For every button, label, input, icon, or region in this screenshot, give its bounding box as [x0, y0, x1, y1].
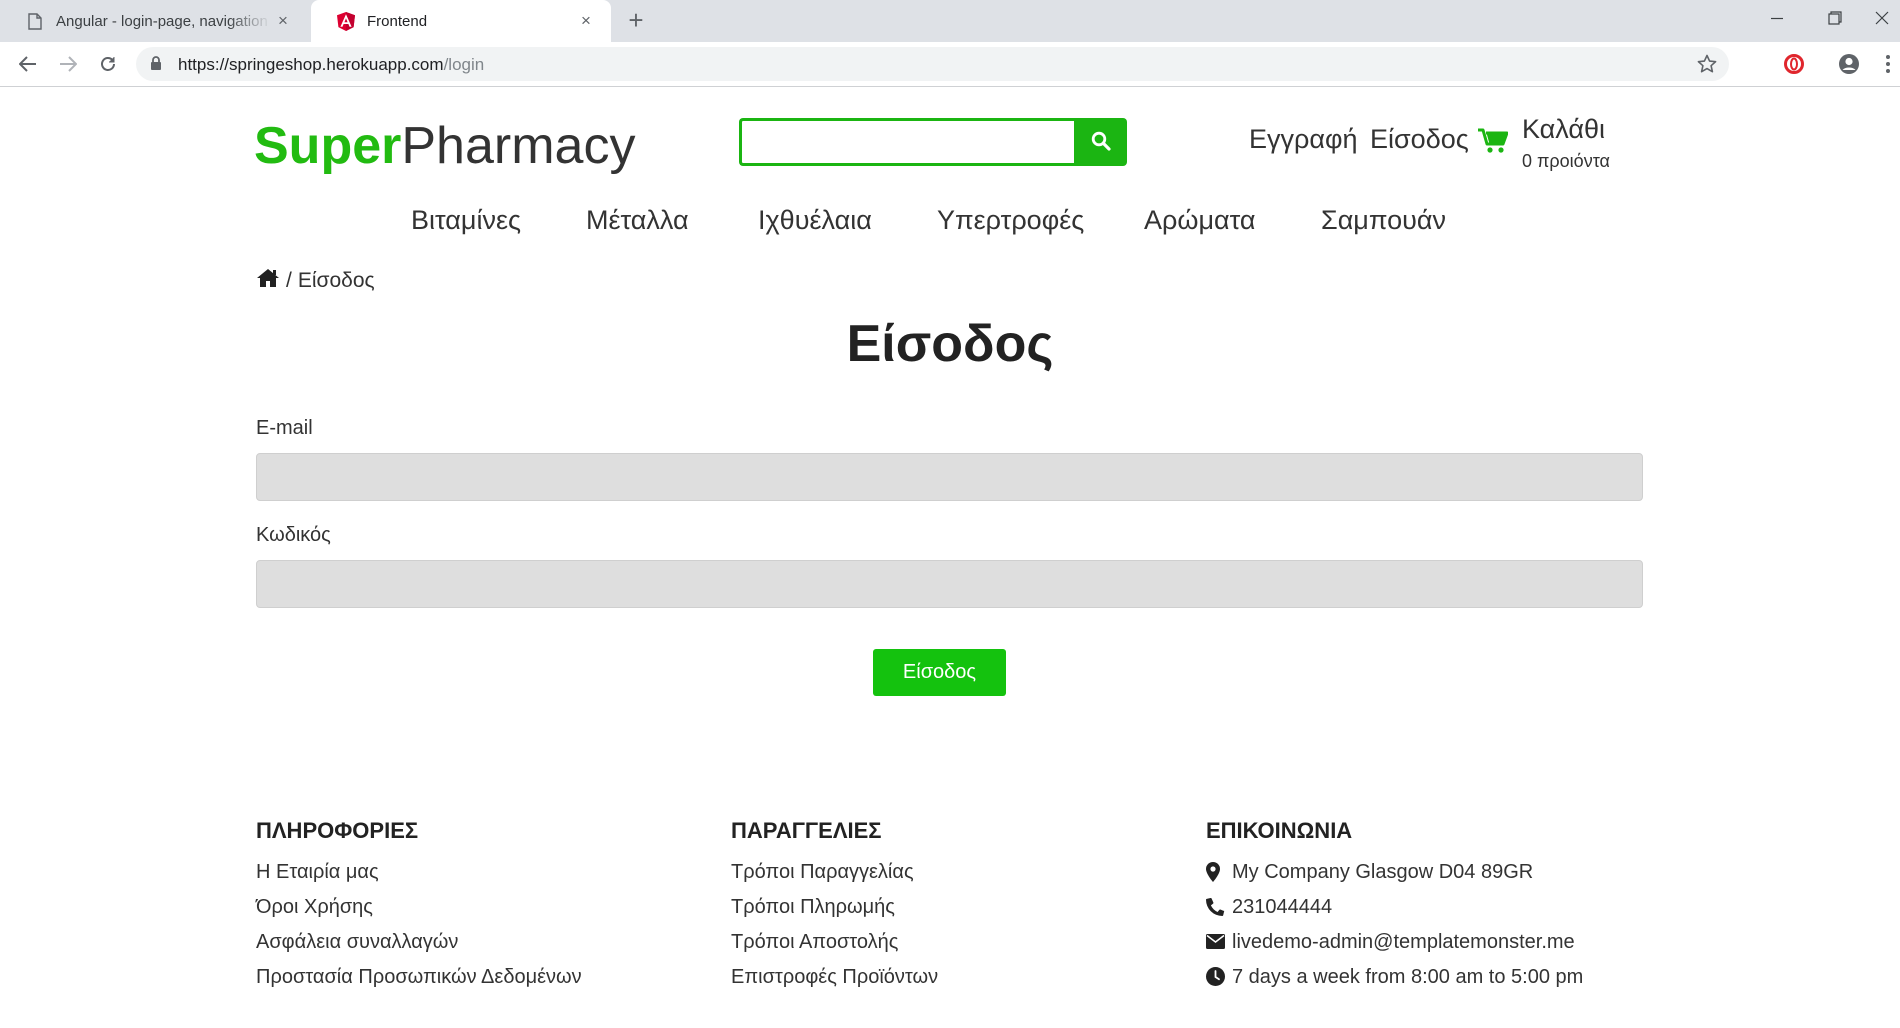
login-submit-button[interactable]: Είσοδος [873, 649, 1006, 696]
minimize-window-icon[interactable] [1748, 0, 1806, 36]
url-domain: https://springeshop.herokuapp.com [178, 55, 444, 74]
search-button[interactable] [1074, 118, 1127, 166]
footer-info-column: ΠΛΗΡΟΦΟΡΙΕΣ Η Εταιρία μας Όροι Χρήσης Ασ… [256, 816, 582, 994]
register-link[interactable]: Εγγραφή [1249, 124, 1358, 155]
logo-part-super: Super [254, 117, 402, 175]
password-label: Κωδικός [256, 524, 331, 546]
tab-title: Frontend [367, 12, 428, 30]
browser-menu-icon[interactable] [1880, 51, 1896, 77]
clock-icon [1206, 967, 1232, 986]
contact-address: My Company Glasgow D04 89GR [1206, 854, 1583, 889]
map-marker-icon [1206, 861, 1232, 882]
footer-link-payment-methods[interactable]: Τρόποι Πληρωμής [731, 889, 938, 924]
document-icon [26, 12, 44, 30]
browser-tabstrip: Angular - login-page, navigation × Front… [0, 0, 1900, 42]
breadcrumb-current: Είσοδος [297, 269, 375, 292]
search-bar [739, 118, 1127, 166]
contact-hours-text: 7 days a week from 8:00 am to 5:00 pm [1232, 965, 1584, 988]
footer-contact-column: ΕΠΙΚΟΙΝΩΝΙΑ My Company Glasgow D04 89GR … [1206, 816, 1583, 994]
category-metals[interactable]: Μέταλλα [586, 200, 689, 240]
logo-part-pharmacy: Pharmacy [401, 117, 636, 175]
footer-info-heading: ΠΛΗΡΟΦΟΡΙΕΣ [256, 818, 419, 843]
footer-contact-heading: ΕΠΙΚΟΙΝΩΝΙΑ [1206, 818, 1353, 843]
contact-phone-text: 231044444 [1232, 895, 1333, 918]
category-shampoos[interactable]: Σαμπουάν [1321, 200, 1446, 240]
contact-hours: 7 days a week from 8:00 am to 5:00 pm [1206, 959, 1583, 994]
category-superfoods[interactable]: Υπερτροφές [937, 200, 1084, 240]
footer-link-privacy[interactable]: Προστασία Προσωπικών Δεδομένων [256, 959, 582, 994]
cart-link[interactable]: Καλάθι [1522, 114, 1605, 145]
page-title: Είσοδος [846, 315, 1054, 373]
browser-tab-angular[interactable]: Angular - login-page, navigation × [0, 0, 308, 42]
home-icon[interactable] [256, 268, 280, 294]
restore-window-icon[interactable] [1806, 0, 1864, 36]
forward-arrow-icon[interactable] [54, 50, 82, 78]
envelope-icon [1206, 934, 1232, 949]
browser-toolbar: https://springeshop.herokuapp.com/login [0, 42, 1900, 87]
email-field[interactable] [256, 453, 1643, 501]
close-window-icon[interactable] [1864, 0, 1900, 36]
footer-link-shipping-methods[interactable]: Τρόποι Αποστολής [731, 924, 938, 959]
cart-item-count: 0 προιόντα [1522, 151, 1610, 171]
account-avatar-icon[interactable] [1836, 51, 1862, 77]
breadcrumb-separator: / [286, 269, 292, 292]
reload-icon[interactable] [94, 50, 122, 78]
contact-address-text: My Company Glasgow D04 89GR [1232, 860, 1534, 883]
bookmark-star-icon[interactable] [1697, 54, 1717, 78]
footer-link-company[interactable]: Η Εταιρία μας [256, 854, 582, 889]
close-tab-icon[interactable]: × [577, 12, 595, 30]
address-bar[interactable]: https://springeshop.herokuapp.com/login [136, 47, 1729, 81]
login-link[interactable]: Είσοδος [1370, 124, 1469, 155]
category-fish-oils[interactable]: Ιχθυέλαια [758, 200, 872, 240]
category-vitamins[interactable]: Βιταμίνες [411, 200, 521, 240]
footer-link-returns[interactable]: Επιστροφές Προϊόντων [731, 959, 938, 994]
password-field[interactable] [256, 560, 1643, 608]
tab-title: Angular - login-page, navigation [56, 12, 268, 30]
footer-orders-column: ΠΑΡΑΓΓΕΛΙΕΣ Τρόποι Παραγγελίας Τρόποι Πλ… [731, 816, 938, 994]
category-nav: Βιταμίνες Μέταλλα Ιχθυέλαια Υπερτροφές Α… [0, 200, 1900, 244]
site-logo[interactable]: SuperPharmacy [254, 116, 635, 176]
footer-link-security[interactable]: Ασφάλεια συναλλαγών [256, 924, 582, 959]
breadcrumb: / Είσοδος [256, 268, 375, 294]
new-tab-button[interactable]: + [622, 7, 650, 35]
search-icon [1091, 131, 1111, 154]
page-content: SuperPharmacy Εγγραφή Είσοδος Καλάθι 0 π… [0, 88, 1900, 1028]
shopping-cart-icon[interactable] [1478, 128, 1509, 158]
url-path: /login [443, 55, 485, 74]
footer-link-terms[interactable]: Όροι Χρήσης [256, 889, 582, 924]
search-input[interactable] [739, 118, 1074, 166]
footer-orders-heading: ΠΑΡΑΓΓΕΛΙΕΣ [731, 818, 882, 843]
opera-extension-icon[interactable] [1781, 51, 1807, 77]
url-text: https://springeshop.herokuapp.com/login [178, 55, 484, 75]
contact-phone: 231044444 [1206, 889, 1583, 924]
close-tab-icon[interactable]: × [274, 12, 292, 30]
back-arrow-icon[interactable] [14, 50, 42, 78]
footer-link-order-methods[interactable]: Τρόποι Παραγγελίας [731, 854, 938, 889]
angular-logo-icon [337, 11, 355, 31]
lock-icon [150, 56, 162, 75]
browser-tab-frontend[interactable]: Frontend × [311, 0, 611, 42]
phone-icon [1206, 897, 1232, 916]
email-label: E-mail [256, 417, 313, 439]
category-perfumes[interactable]: Αρώματα [1144, 200, 1256, 240]
contact-email: livedemo-admin@templatemonster.me [1206, 924, 1583, 959]
contact-email-link[interactable]: livedemo-admin@templatemonster.me [1232, 927, 1575, 957]
